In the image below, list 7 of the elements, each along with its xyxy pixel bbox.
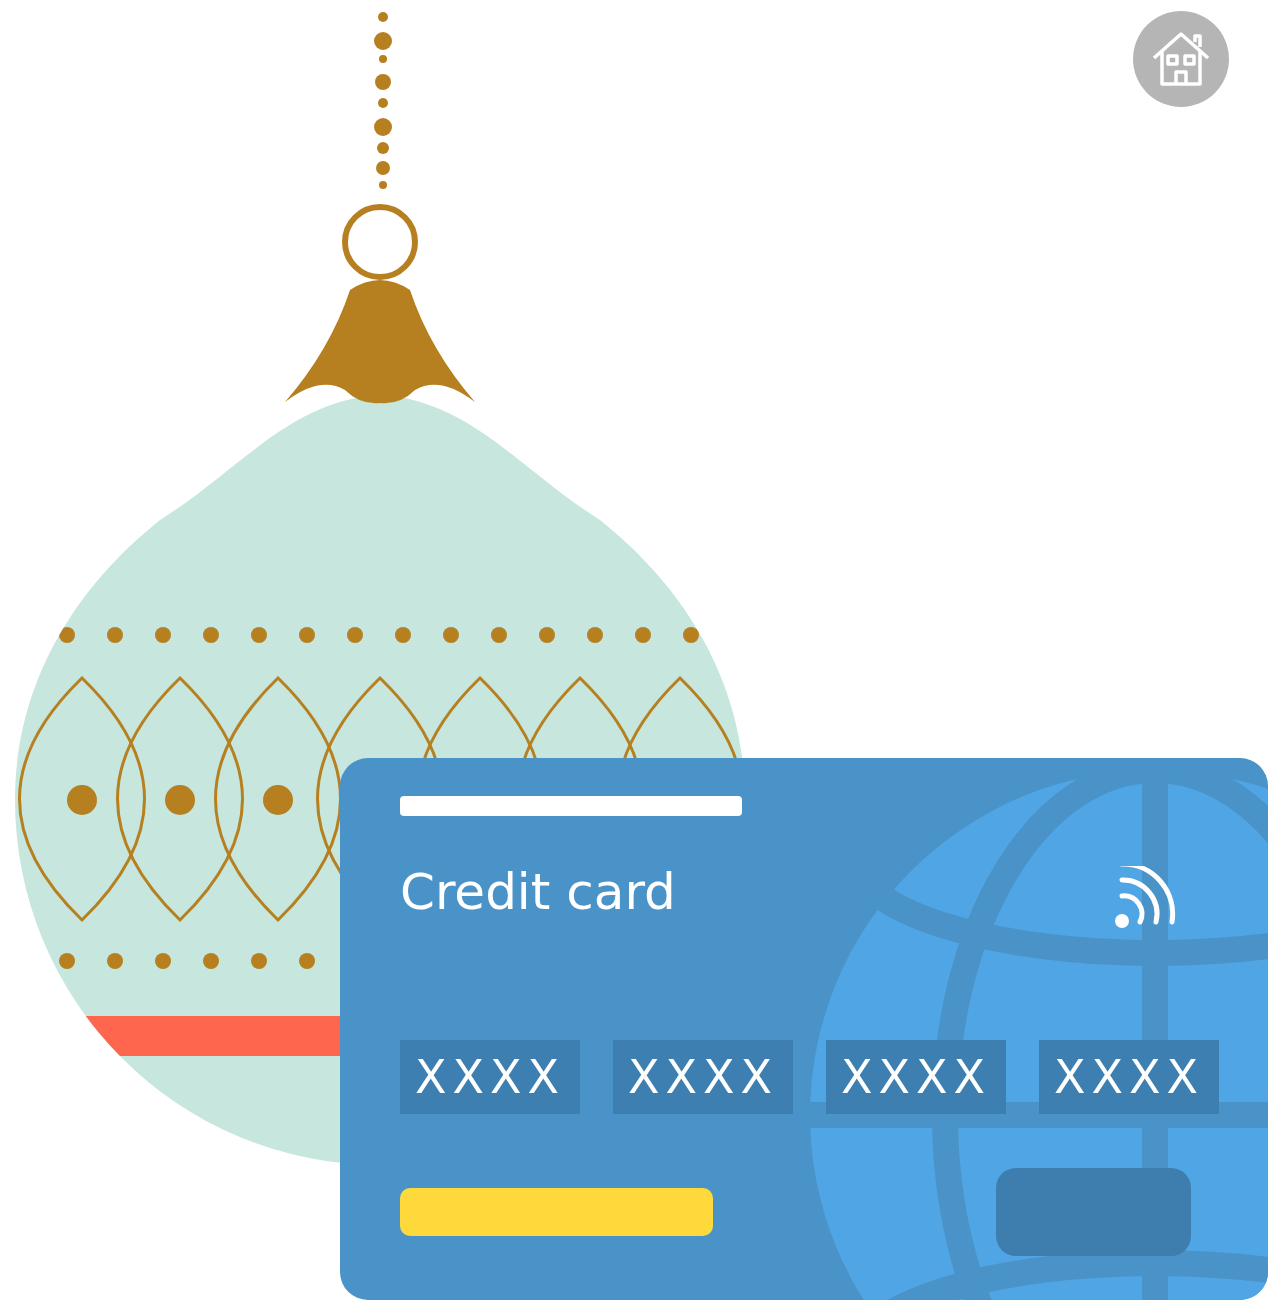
card-number-group: XXXX [1039,1040,1219,1114]
card-number-group: XXXX [400,1040,580,1114]
card-title: Credit card [400,862,676,922]
contactless-icon [1114,866,1176,930]
home-icon [1150,30,1212,88]
card-number-group: XXXX [826,1040,1006,1114]
card-number-group: XXXX [613,1040,793,1114]
